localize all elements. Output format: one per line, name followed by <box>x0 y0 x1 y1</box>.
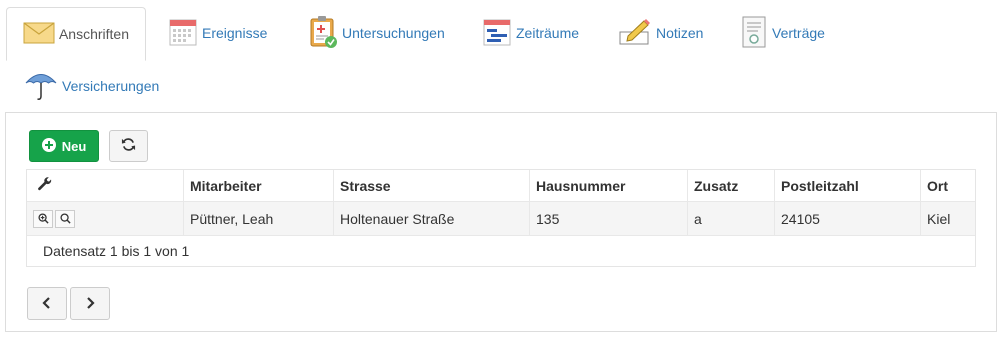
refresh-icon <box>121 137 136 155</box>
cell-postleitzahl: 24105 <box>775 202 921 235</box>
column-header[interactable]: Mitarbeiter <box>184 170 334 201</box>
umbrella-icon <box>24 68 58 105</box>
row-actions <box>27 202 184 235</box>
tab-label: Verträge <box>772 25 825 41</box>
wrench-icon <box>37 176 53 195</box>
chevron-right-icon <box>85 296 95 312</box>
zoom-in-button[interactable] <box>33 209 53 228</box>
refresh-button[interactable] <box>109 130 148 162</box>
record-count: Datensatz 1 bis 1 von 1 <box>43 243 190 259</box>
tab-label: Notizen <box>656 25 704 41</box>
column-header[interactable]: Zusatz <box>688 170 775 201</box>
zoom-in-icon <box>37 213 49 224</box>
next-page-button[interactable] <box>70 287 110 320</box>
calendar-icon <box>168 17 198 50</box>
tab-anschriften[interactable]: Anschriften <box>6 7 146 61</box>
new-button[interactable]: Neu <box>29 130 99 162</box>
pencil-note-icon <box>618 18 652 49</box>
plus-circle-icon <box>41 137 56 155</box>
table-row[interactable]: Püttner, Leah Holtenauer Straße 135 a 24… <box>27 202 975 236</box>
tab-label: Zeiträume <box>516 25 580 41</box>
prev-page-button[interactable] <box>27 287 67 320</box>
tools-column-header[interactable] <box>27 170 184 201</box>
search-icon <box>59 213 71 224</box>
tab-vertraege[interactable]: Verträge <box>740 16 825 50</box>
tab-label: Untersuchungen <box>342 25 445 41</box>
tab-versicherungen[interactable]: Versicherungen <box>24 69 159 103</box>
table-header-row: Mitarbeiter Strasse Hausnummer Zusatz Po… <box>27 170 975 202</box>
cell-strasse: Holtenauer Straße <box>334 202 530 235</box>
envelope-icon <box>23 22 55 47</box>
address-table: Mitarbeiter Strasse Hausnummer Zusatz Po… <box>26 169 976 267</box>
cell-zusatz: a <box>688 202 775 235</box>
column-header[interactable]: Strasse <box>334 170 530 201</box>
tab-zeitraeume[interactable]: Zeiträume <box>482 17 579 49</box>
cell-ort: Kiel <box>927 210 951 227</box>
tab-untersuchungen[interactable]: Untersuchungen <box>308 15 445 52</box>
tab-label: Anschriften <box>58 26 130 42</box>
column-header[interactable]: Postleitzahl <box>775 170 921 201</box>
addresses-panel: Neu Mitarbeiter Strasse Hausnummer Zusat… <box>5 112 997 332</box>
column-header[interactable]: Hausnummer <box>530 170 688 201</box>
chevron-left-icon <box>42 296 52 312</box>
new-button-label: Neu <box>61 138 87 154</box>
tab-ereignisse[interactable]: Ereignisse <box>168 17 267 49</box>
timeline-icon <box>482 17 512 50</box>
tab-label: Versicherungen <box>62 78 160 94</box>
tab-bar: Anschriften Ereignisse Untersuchungen Ze… <box>0 0 1004 113</box>
column-header[interactable]: Ort <box>921 170 975 201</box>
cell-hausnummer: 135 <box>530 202 688 235</box>
tab-notizen[interactable]: Notizen <box>618 17 703 49</box>
cell-mitarbeiter: Püttner, Leah <box>184 202 334 235</box>
search-button[interactable] <box>55 209 75 228</box>
contract-icon <box>740 15 768 52</box>
tab-label: Ereignisse <box>202 25 268 41</box>
clipboard-medical-icon <box>308 15 338 52</box>
